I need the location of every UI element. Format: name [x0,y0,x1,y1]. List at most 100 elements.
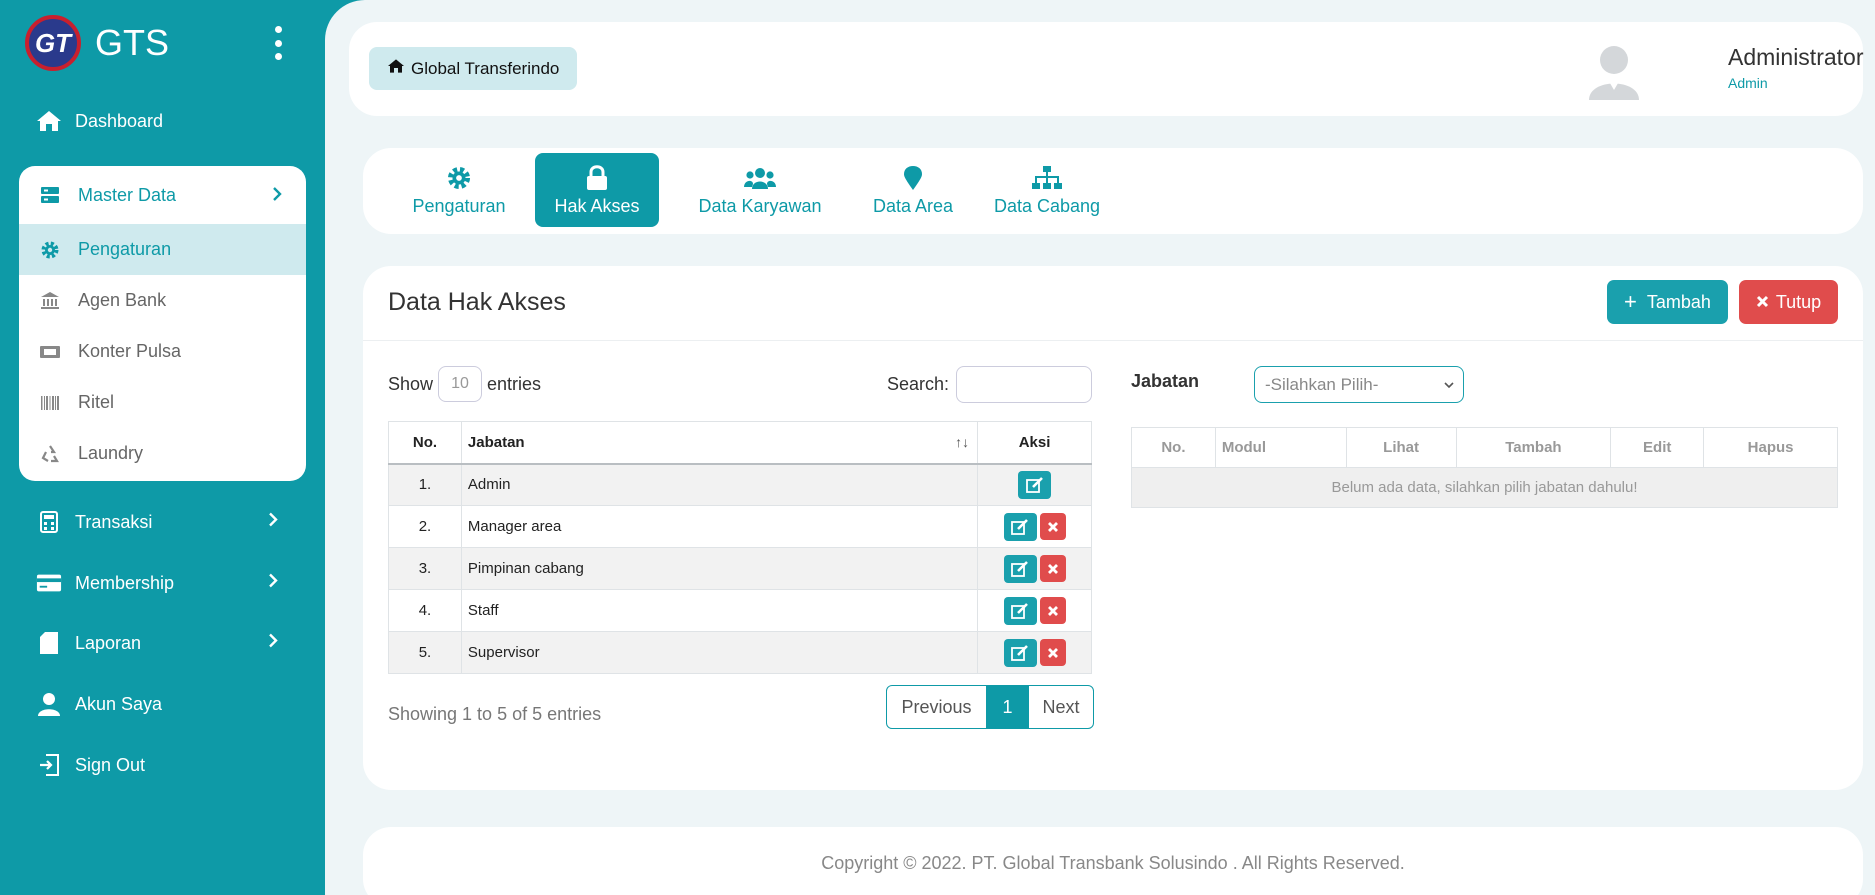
delete-button[interactable] [1039,597,1066,624]
tab-data-karyawan[interactable]: Data Karyawan [675,153,845,227]
tab-pengaturan[interactable]: Pengaturan [403,153,515,227]
sidebar-item-label: Dashboard [75,110,164,131]
gear-icon [38,238,62,262]
sidebar-item-laporan[interactable]: Laporan [36,630,278,656]
tab-label: Hak Akses [554,195,640,216]
brand[interactable]: GT GTS [25,15,169,71]
topbar: Global Transferindo Administrator Admin [349,22,1863,116]
cell-no: 3. [388,547,462,590]
edit-button[interactable] [1003,596,1037,625]
edit-icon [1011,644,1028,661]
sidebar-item-transaksi[interactable]: Transaksi [36,509,278,535]
pagination-page-1[interactable]: 1 [987,686,1028,728]
sidebar-item-label: Master Data [78,184,177,205]
main-area: Global Transferindo Administrator Admin … [325,0,1875,895]
sidebar-item-dashboard[interactable]: Dashboard [36,108,163,134]
jabatan-table: No. Jabatan ↑↓ Aksi 1. Admin 2. Manager … [388,421,1092,674]
sidebar-item-ritel[interactable]: Ritel [19,377,306,428]
cell-jabatan: Admin [460,463,979,506]
pagination-next[interactable]: Next [1028,686,1093,728]
user-role: Admin [1728,75,1768,91]
breadcrumb-label: Global Transferindo [411,58,560,78]
master-data-submenu: Master Data Pengaturan Agen Bank Konter … [19,166,306,481]
sign-out-icon [36,752,62,778]
cell-aksi [977,505,1092,548]
chevron-right-icon [268,573,278,594]
pagination-previous[interactable]: Previous [887,686,987,728]
chevron-right-icon [268,633,278,654]
sidebar-item-label: Pengaturan [78,239,172,259]
cell-jabatan: Supervisor [460,631,979,674]
cell-jabatan: Manager area [460,505,979,548]
delete-button[interactable] [1039,639,1066,666]
sidebar-item-master-data[interactable]: Master Data [19,166,306,224]
kebab-menu-icon[interactable] [272,26,284,60]
edit-icon [1011,560,1028,577]
permission-table: No. Modul Lihat Tambah Edit Hapus Belum … [1131,427,1838,508]
table-row: 1. Admin [388,463,1092,506]
home-icon [36,108,62,134]
sidebar-item-agen-bank[interactable]: Agen Bank [19,275,306,326]
avatar[interactable] [1587,40,1641,100]
page-title: Data Hak Akses [388,288,566,316]
table-row: 5. Supervisor [388,631,1092,674]
sidebar-item-laundry[interactable]: Laundry [19,428,306,479]
entries-select[interactable]: 10 [438,366,483,402]
column-header-aksi: Aksi [977,421,1092,464]
table-row: Belum ada data, silahkan pilih jabatan d… [1131,467,1838,508]
chevron-down-icon [1443,376,1455,396]
sidebar-item-sign-out[interactable]: Sign Out [36,752,145,778]
column-header-no: No. [1131,427,1216,468]
breadcrumb[interactable]: Global Transferindo [369,47,578,90]
column-header-jabatan[interactable]: Jabatan ↑↓ [460,421,979,464]
sidebar-item-label: Membership [75,572,175,593]
tab-label: Data Karyawan [698,195,822,216]
edit-button[interactable] [1018,470,1052,499]
content-card: Data Hak Akses + Tambah Tutup Show 10 en… [363,266,1863,790]
tutup-label: Tutup [1775,291,1822,312]
recycle-icon [38,442,62,466]
divider [363,340,1863,341]
tab-data-area[interactable]: Data Area [857,153,969,227]
edit-button[interactable] [1003,554,1037,583]
close-icon [1047,521,1058,532]
cell-no: 1. [388,463,462,506]
edit-icon [1011,518,1028,535]
column-header-modul: Modul [1214,427,1347,468]
jabatan-select[interactable]: -Silahkan Pilih- [1254,366,1464,403]
cell-aksi [977,463,1092,506]
tab-data-cabang[interactable]: Data Cabang [981,153,1113,227]
column-header-tambah: Tambah [1455,427,1612,468]
sidebar-item-label: Konter Pulsa [78,341,182,361]
close-icon [1047,605,1058,616]
column-header-lihat: Lihat [1345,427,1457,468]
sidebar-item-pengaturan[interactable]: Pengaturan [19,224,306,275]
edit-button[interactable] [1003,512,1037,541]
search-label: Search: [887,374,950,394]
sidebar-item-membership[interactable]: Membership [36,570,278,596]
sidebar-item-konter-pulsa[interactable]: Konter Pulsa [19,326,306,377]
logo: GT [25,15,81,71]
delete-button[interactable] [1039,555,1066,582]
sort-icon: ↑↓ [955,434,970,450]
sidebar-item-label: Laundry [78,443,144,463]
search-input[interactable] [956,366,1092,403]
column-header-hapus: Hapus [1703,427,1838,468]
delete-button[interactable] [1039,513,1066,540]
column-header-no[interactable]: No. [388,421,462,464]
close-icon [1756,292,1769,313]
jabatan-select-value: -Silahkan Pilih- [1265,374,1379,394]
sidebar-item-label: Agen Bank [78,290,167,310]
close-icon [1047,563,1058,574]
tab-hak-akses[interactable]: Hak Akses [535,153,659,227]
sidebar-item-label: Transaksi [75,511,153,532]
users-icon [743,164,777,192]
tambah-button[interactable]: + Tambah [1607,280,1728,324]
entries-label: entries [487,373,542,394]
edit-button[interactable] [1003,638,1037,667]
jabatan-label: Jabatan [1131,371,1200,391]
table-row: 2. Manager area [388,505,1092,548]
tutup-button[interactable]: Tutup [1739,280,1838,324]
sidebar-item-akun-saya[interactable]: Akun Saya [36,691,162,717]
user-icon [36,691,62,717]
